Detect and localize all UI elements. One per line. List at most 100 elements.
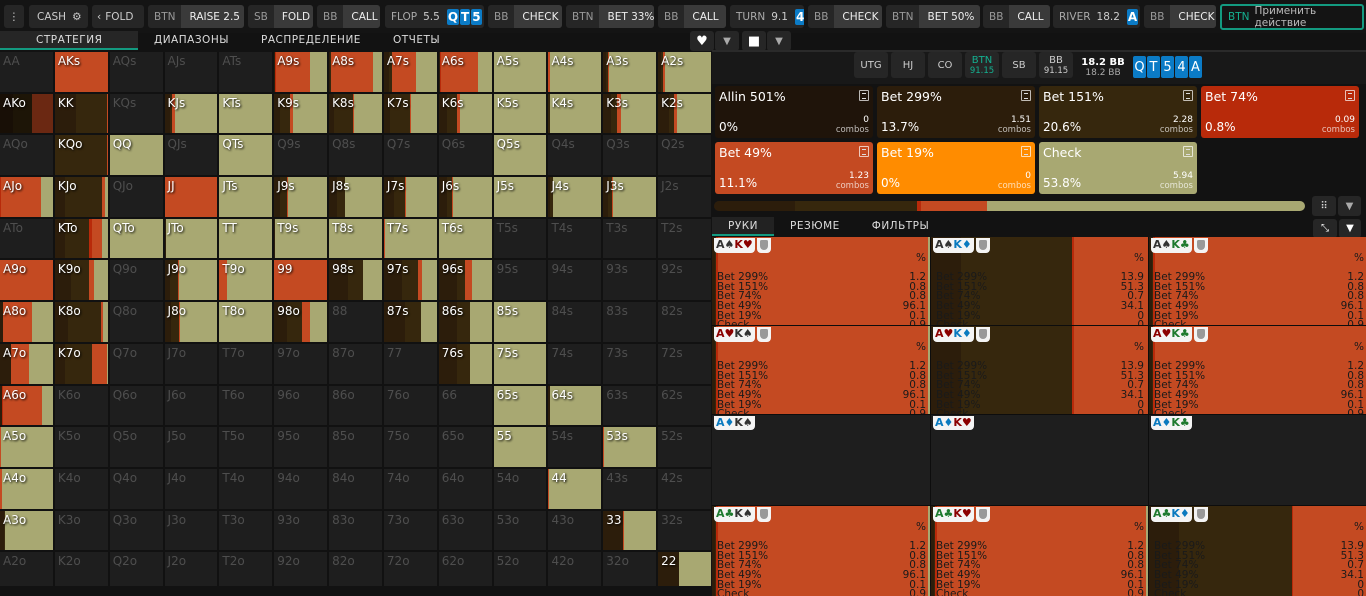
hand-cell-Q2s[interactable]: Q2s <box>658 135 711 175</box>
hand-cell-53o[interactable]: 53o <box>494 511 547 551</box>
hand-cell-Q6s[interactable]: Q6s <box>439 135 492 175</box>
hand-cell-K4s[interactable]: K4s <box>548 94 601 134</box>
hand-cell-KTs[interactable]: KTs <box>219 94 272 134</box>
hand-cell-J5o[interactable]: J5o <box>165 427 218 467</box>
hand-cell-54o[interactable]: 54o <box>494 469 547 509</box>
hand-cell-99[interactable]: 99 <box>274 260 327 300</box>
hand-cell-62o[interactable]: 62o <box>439 552 492 586</box>
hand-cell-K8s[interactable]: K8s <box>329 94 382 134</box>
hand-cell-J6s[interactable]: J6s <box>439 177 492 217</box>
strategy-box-bet49[interactable]: Bet 49%11.1%1.23combos <box>715 142 873 194</box>
hand-cell-K2s[interactable]: K2s <box>658 94 711 134</box>
hand-cell-94s[interactable]: 94s <box>548 260 601 300</box>
hand-cell-T8s[interactable]: T8s <box>329 219 382 259</box>
hands-dropdown[interactable]: ▼ <box>1339 219 1361 238</box>
action-btn-0[interactable]: BTNRAISE 2.5 <box>148 5 244 28</box>
hand-cell-K6s[interactable]: K6s <box>439 94 492 134</box>
hand-cell-75o[interactable]: 75o <box>384 427 437 467</box>
hand-cell-ATs[interactable]: ATs <box>219 52 272 92</box>
hand-cell-KQs[interactable]: KQs <box>110 94 163 134</box>
hand-cell-J4s[interactable]: J4s <box>548 177 601 217</box>
action-bb-4[interactable]: BBCHECK <box>488 5 562 28</box>
strategy-box-check[interactable]: Check53.8%5.94combos <box>1039 142 1197 194</box>
hand-cell-86o[interactable]: 86o <box>329 386 382 426</box>
hand-cell-Q5o[interactable]: Q5o <box>110 427 163 467</box>
hand-combo-AhKs[interactable]: A♥K♠% Bet 299%1.2Bet 151%0.8Bet 74%0.8Be… <box>712 326 930 414</box>
hand-cell-A5o[interactable]: A5o <box>0 427 53 467</box>
hand-cell-95o[interactable]: 95o <box>274 427 327 467</box>
hand-cell-43s[interactable]: 43s <box>603 469 656 509</box>
hand-cell-98o[interactable]: 98o <box>274 302 327 342</box>
hand-cell-QJs[interactable]: QJs <box>165 135 218 175</box>
hand-cell-J5s[interactable]: J5s <box>494 177 547 217</box>
street-flop[interactable]: FLOP5.5QT5 <box>385 5 484 28</box>
hand-cell-A5s[interactable]: A5s <box>494 52 547 92</box>
hand-cell-QQ[interactable]: QQ <box>110 135 163 175</box>
action-bb-8[interactable]: BBCHECK <box>808 5 882 28</box>
hand-cell-93o[interactable]: 93o <box>274 511 327 551</box>
hand-cell-Q6o[interactable]: Q6o <box>110 386 163 426</box>
hand-cell-J7o[interactable]: J7o <box>165 344 218 384</box>
hand-cell-K7s[interactable]: K7s <box>384 94 437 134</box>
hand-cell-65o[interactable]: 65o <box>439 427 492 467</box>
position-utg[interactable]: UTG <box>854 52 888 78</box>
hand-cell-AJs[interactable]: AJs <box>165 52 218 92</box>
tab-filters[interactable]: ФИЛЬТРЫ <box>856 217 946 236</box>
hand-cell-Q7s[interactable]: Q7s <box>384 135 437 175</box>
hand-cell-53s[interactable]: 53s <box>603 427 656 467</box>
strategy-box-bet151[interactable]: Bet 151%20.6%2.28combos <box>1039 86 1197 138</box>
hand-cell-J2o[interactable]: J2o <box>165 552 218 586</box>
hand-cell-K3s[interactable]: K3s <box>603 94 656 134</box>
action-bb-12[interactable]: BBCHECK <box>1144 5 1216 28</box>
hand-cell-94o[interactable]: 94o <box>274 469 327 509</box>
hand-cell-A4o[interactable]: A4o <box>0 469 53 509</box>
tab-summary[interactable]: РЕЗЮМЕ <box>774 217 856 236</box>
hand-cell-JTs[interactable]: JTs <box>219 177 272 217</box>
back-button[interactable]: ‹FOLD <box>92 5 144 28</box>
hand-combo-AdKh[interactable]: A♦K♥ <box>931 415 1148 505</box>
action-btn-5[interactable]: BTNBET 33% <box>566 5 654 28</box>
position-sb[interactable]: SB <box>1002 52 1036 78</box>
street-turn[interactable]: TURN9.14 <box>730 5 804 28</box>
position-bb[interactable]: BB91.15 <box>1039 52 1073 78</box>
action-bb-2[interactable]: BBCALL <box>317 5 380 28</box>
view-mode-dropdown[interactable]: ▼ <box>1338 196 1361 216</box>
action-sb-1[interactable]: SBFOLD <box>248 5 313 28</box>
tab-hands[interactable]: РУКИ <box>712 217 774 236</box>
hand-cell-73s[interactable]: 73s <box>603 344 656 384</box>
hand-cell-42s[interactable]: 42s <box>658 469 711 509</box>
notes-icon[interactable] <box>859 146 869 157</box>
hand-cell-J4o[interactable]: J4o <box>165 469 218 509</box>
street-river[interactable]: RIVER18.2A <box>1053 5 1140 28</box>
game-type-button[interactable]: CASH⚙ <box>29 5 88 28</box>
hand-cell-83s[interactable]: 83s <box>603 302 656 342</box>
shield-icon[interactable] <box>757 327 771 342</box>
hand-combo-AcKh[interactable]: A♣K♥% Bet 299%1.2Bet 151%0.8Bet 74%0.8Be… <box>931 506 1148 596</box>
hand-cell-K2o[interactable]: K2o <box>55 552 108 586</box>
hand-cell-J9o[interactable]: J9o <box>165 260 218 300</box>
hand-cell-54s[interactable]: 54s <box>548 427 601 467</box>
collapse-button[interactable]: ⤡ <box>1313 219 1337 238</box>
shield-icon[interactable] <box>976 327 990 342</box>
position-co[interactable]: CO <box>928 52 962 78</box>
tab-strategy[interactable]: СТРАТЕГИЯ ▼ <box>0 31 138 50</box>
hand-cell-A2o[interactable]: A2o <box>0 552 53 586</box>
hand-cell-J8o[interactable]: J8o <box>165 302 218 342</box>
hand-cell-T2s[interactable]: T2s <box>658 219 711 259</box>
hand-cell-J3s[interactable]: J3s <box>603 177 656 217</box>
action-bb-6[interactable]: BBCALL <box>658 5 726 28</box>
hand-cell-T5s[interactable]: T5s <box>494 219 547 259</box>
hand-cell-85o[interactable]: 85o <box>329 427 382 467</box>
hand-cell-Q9o[interactable]: Q9o <box>110 260 163 300</box>
notes-icon[interactable] <box>1345 90 1355 101</box>
hand-combo-AdKc[interactable]: A♦K♣ <box>1149 415 1366 505</box>
hand-combo-AhKc[interactable]: A♥K♣% Bet 299%1.2Bet 151%0.8Bet 74%0.8Be… <box>1149 326 1366 414</box>
strategy-box-allin[interactable]: Allin 501%0%0combos <box>715 86 873 138</box>
color-filter-button[interactable]: ■ <box>742 31 766 51</box>
hand-cell-AKo[interactable]: AKo <box>0 94 53 134</box>
hand-cell-44[interactable]: 44 <box>548 469 601 509</box>
shield-icon[interactable] <box>1194 238 1208 253</box>
hand-cell-KK[interactable]: KK <box>55 94 108 134</box>
hand-cell-52s[interactable]: 52s <box>658 427 711 467</box>
hand-cell-Q7o[interactable]: Q7o <box>110 344 163 384</box>
